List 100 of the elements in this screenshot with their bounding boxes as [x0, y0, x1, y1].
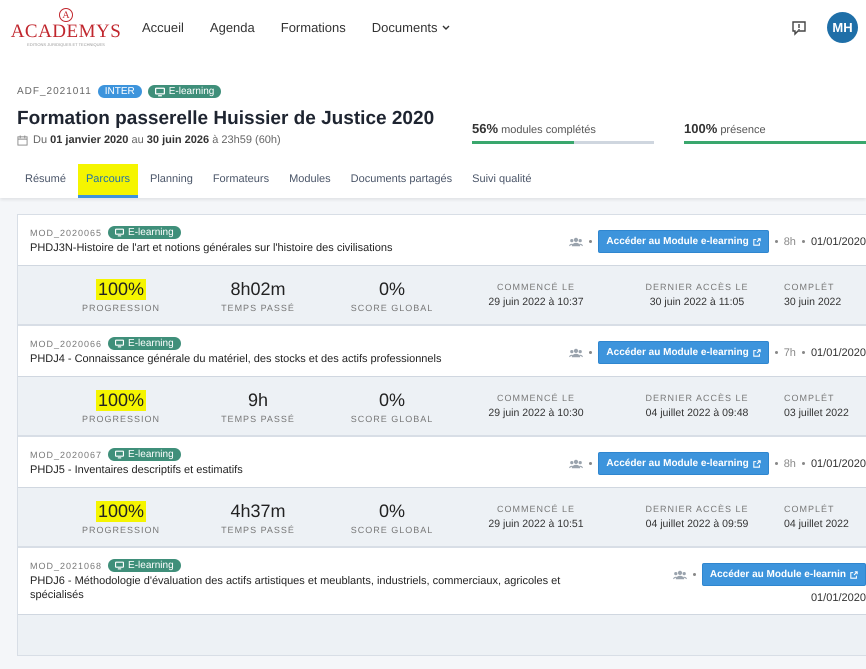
nav-link[interactable]: Agenda	[210, 20, 255, 35]
stat-label: TEMPS PASSÉ	[221, 414, 295, 424]
stat-value: 4h37m	[229, 501, 287, 522]
stat-value: 9h	[246, 390, 270, 411]
date-label: DERNIER ACCÈS LE	[645, 393, 749, 403]
module-title: PHDJ6 - Méthodologie d'évaluation des actifs artistiques et meublants, industriels, commerciaux, agricoles et spécialisés	[30, 574, 562, 602]
date-label: COMPLÉT	[784, 504, 835, 514]
stat-value: 0%	[378, 501, 406, 522]
tab[interactable]: Documents partagés	[342, 164, 460, 198]
monitor-icon	[154, 86, 165, 96]
module-date: 01/01/2020	[810, 592, 866, 604]
date-label: COMPLÉT	[784, 393, 835, 403]
date-label: DERNIER ACCÈS LE	[645, 282, 749, 292]
separator-dot-icon	[589, 240, 592, 243]
stat-label: SCORE GLOBAL	[350, 525, 434, 535]
external-link-icon	[850, 570, 858, 578]
monitor-icon	[115, 561, 124, 570]
separator-dot-icon	[692, 573, 696, 576]
stat-value: 8h02m	[229, 279, 287, 300]
module-date: 01/01/2020	[810, 346, 866, 358]
date-value: 04 juillet 2022 à 09:59	[646, 518, 748, 530]
module-date: 01/01/2020	[810, 236, 866, 248]
tab[interactable]: Formateurs	[204, 164, 278, 198]
module-code: MOD_2020066	[30, 338, 102, 348]
external-link-icon	[752, 238, 761, 246]
elearning-badge: E-learning	[108, 559, 181, 572]
monitor-icon	[115, 339, 124, 348]
external-link-icon	[752, 348, 761, 356]
date-label: COMPLÉT	[784, 282, 835, 292]
tab[interactable]: Planning	[142, 164, 201, 198]
calendar-icon	[17, 134, 28, 146]
module-hours: 8h	[784, 236, 796, 248]
people-icon	[569, 236, 584, 246]
separator-dot-icon	[589, 462, 592, 465]
user-avatar[interactable]: MH	[827, 12, 858, 43]
stat-label: PROGRESSION	[82, 303, 160, 313]
elearning-badge: E-learning	[148, 85, 222, 98]
separator-dot-icon	[774, 240, 778, 243]
module-date: 01/01/2020	[810, 458, 866, 470]
separator-dot-icon	[774, 462, 778, 465]
date-label: COMMENCÉ LE	[496, 504, 575, 514]
date-value: 29 juin 2022 à 10:51	[488, 518, 584, 530]
external-link-icon	[752, 460, 761, 468]
tab[interactable]: Résumé	[17, 164, 74, 198]
stat-label: PROGRESSION	[82, 525, 160, 535]
stat-value: 100%	[96, 501, 146, 522]
separator-dot-icon	[802, 462, 805, 465]
elearning-badge: E-learning	[108, 226, 181, 239]
date-value: 30 juin 2022	[784, 296, 842, 308]
logo-letter: A	[59, 8, 73, 22]
stat-value: 100%	[96, 279, 146, 300]
stat-label: TEMPS PASSÉ	[221, 303, 295, 313]
date-value: 04 juillet 2022 à 09:48	[646, 407, 748, 419]
stat-label: PROGRESSION	[82, 414, 160, 424]
tab[interactable]: Modules	[281, 164, 339, 198]
chevron-down-icon	[442, 24, 450, 30]
module-code: MOD_2020065	[30, 228, 102, 238]
people-icon	[569, 458, 584, 468]
module-hours: 7h	[784, 346, 796, 358]
stat-value: 100%	[96, 390, 146, 411]
elearning-badge: E-learning	[108, 448, 181, 461]
course-title: Formation passerelle Huissier de Justice 2020	[17, 108, 436, 130]
date-label: COMMENCÉ LE	[496, 393, 575, 403]
stat-label: SCORE GLOBAL	[350, 303, 434, 313]
date-label: COMMENCÉ LE	[496, 282, 575, 292]
tab[interactable]: Parcours	[78, 164, 138, 198]
tab[interactable]: Suivi qualité	[464, 164, 540, 198]
module-title: PHDJ5 - Inventaires descriptifs et estimatifs	[30, 463, 243, 477]
type-badge: INTER	[98, 85, 142, 98]
date-value: 30 juin 2022 à 11:05	[650, 296, 744, 308]
progress-label: 56% modules complétés	[472, 121, 597, 136]
people-icon	[569, 348, 584, 358]
stat-label: SCORE GLOBAL	[350, 414, 434, 424]
module-title: PHDJ3N-Histoire de l'art et notions générales sur l'histoire des civilisations	[30, 241, 392, 255]
people-icon	[672, 570, 687, 580]
module-code: MOD_2020067	[30, 450, 102, 460]
nav-link[interactable]: Formations	[280, 20, 346, 35]
nav-link[interactable]: Accueil	[142, 20, 184, 35]
elearning-badge: E-learning	[108, 337, 181, 350]
stat-value: 0%	[378, 390, 406, 411]
separator-dot-icon	[589, 351, 592, 354]
monitor-icon	[115, 450, 124, 459]
module-code: MOD_2021068	[30, 560, 102, 570]
logo-name: ACADEMYS	[10, 22, 122, 42]
separator-dot-icon	[774, 351, 778, 354]
course-dates: Du 01 janvier 2020 au 30 juin 2026 à 23h59 (60h)	[33, 134, 281, 146]
nav-link[interactable]: Documents	[372, 20, 450, 35]
stat-value: 0%	[378, 279, 406, 300]
date-value: 29 juin 2022 à 10:30	[488, 407, 584, 419]
separator-dot-icon	[802, 240, 805, 243]
monitor-icon	[115, 228, 124, 237]
date-value: 29 juin 2022 à 10:37	[488, 296, 584, 308]
stat-label: TEMPS PASSÉ	[221, 525, 295, 535]
date-label: DERNIER ACCÈS LE	[645, 504, 749, 514]
separator-dot-icon	[802, 351, 805, 354]
course-code: ADF_2021011	[17, 86, 92, 97]
progress-label: 100% présence	[684, 121, 767, 136]
date-value: 03 juillet 2022	[784, 407, 849, 419]
date-value: 04 juillet 2022	[784, 518, 849, 530]
message-alert-icon[interactable]	[791, 20, 807, 36]
